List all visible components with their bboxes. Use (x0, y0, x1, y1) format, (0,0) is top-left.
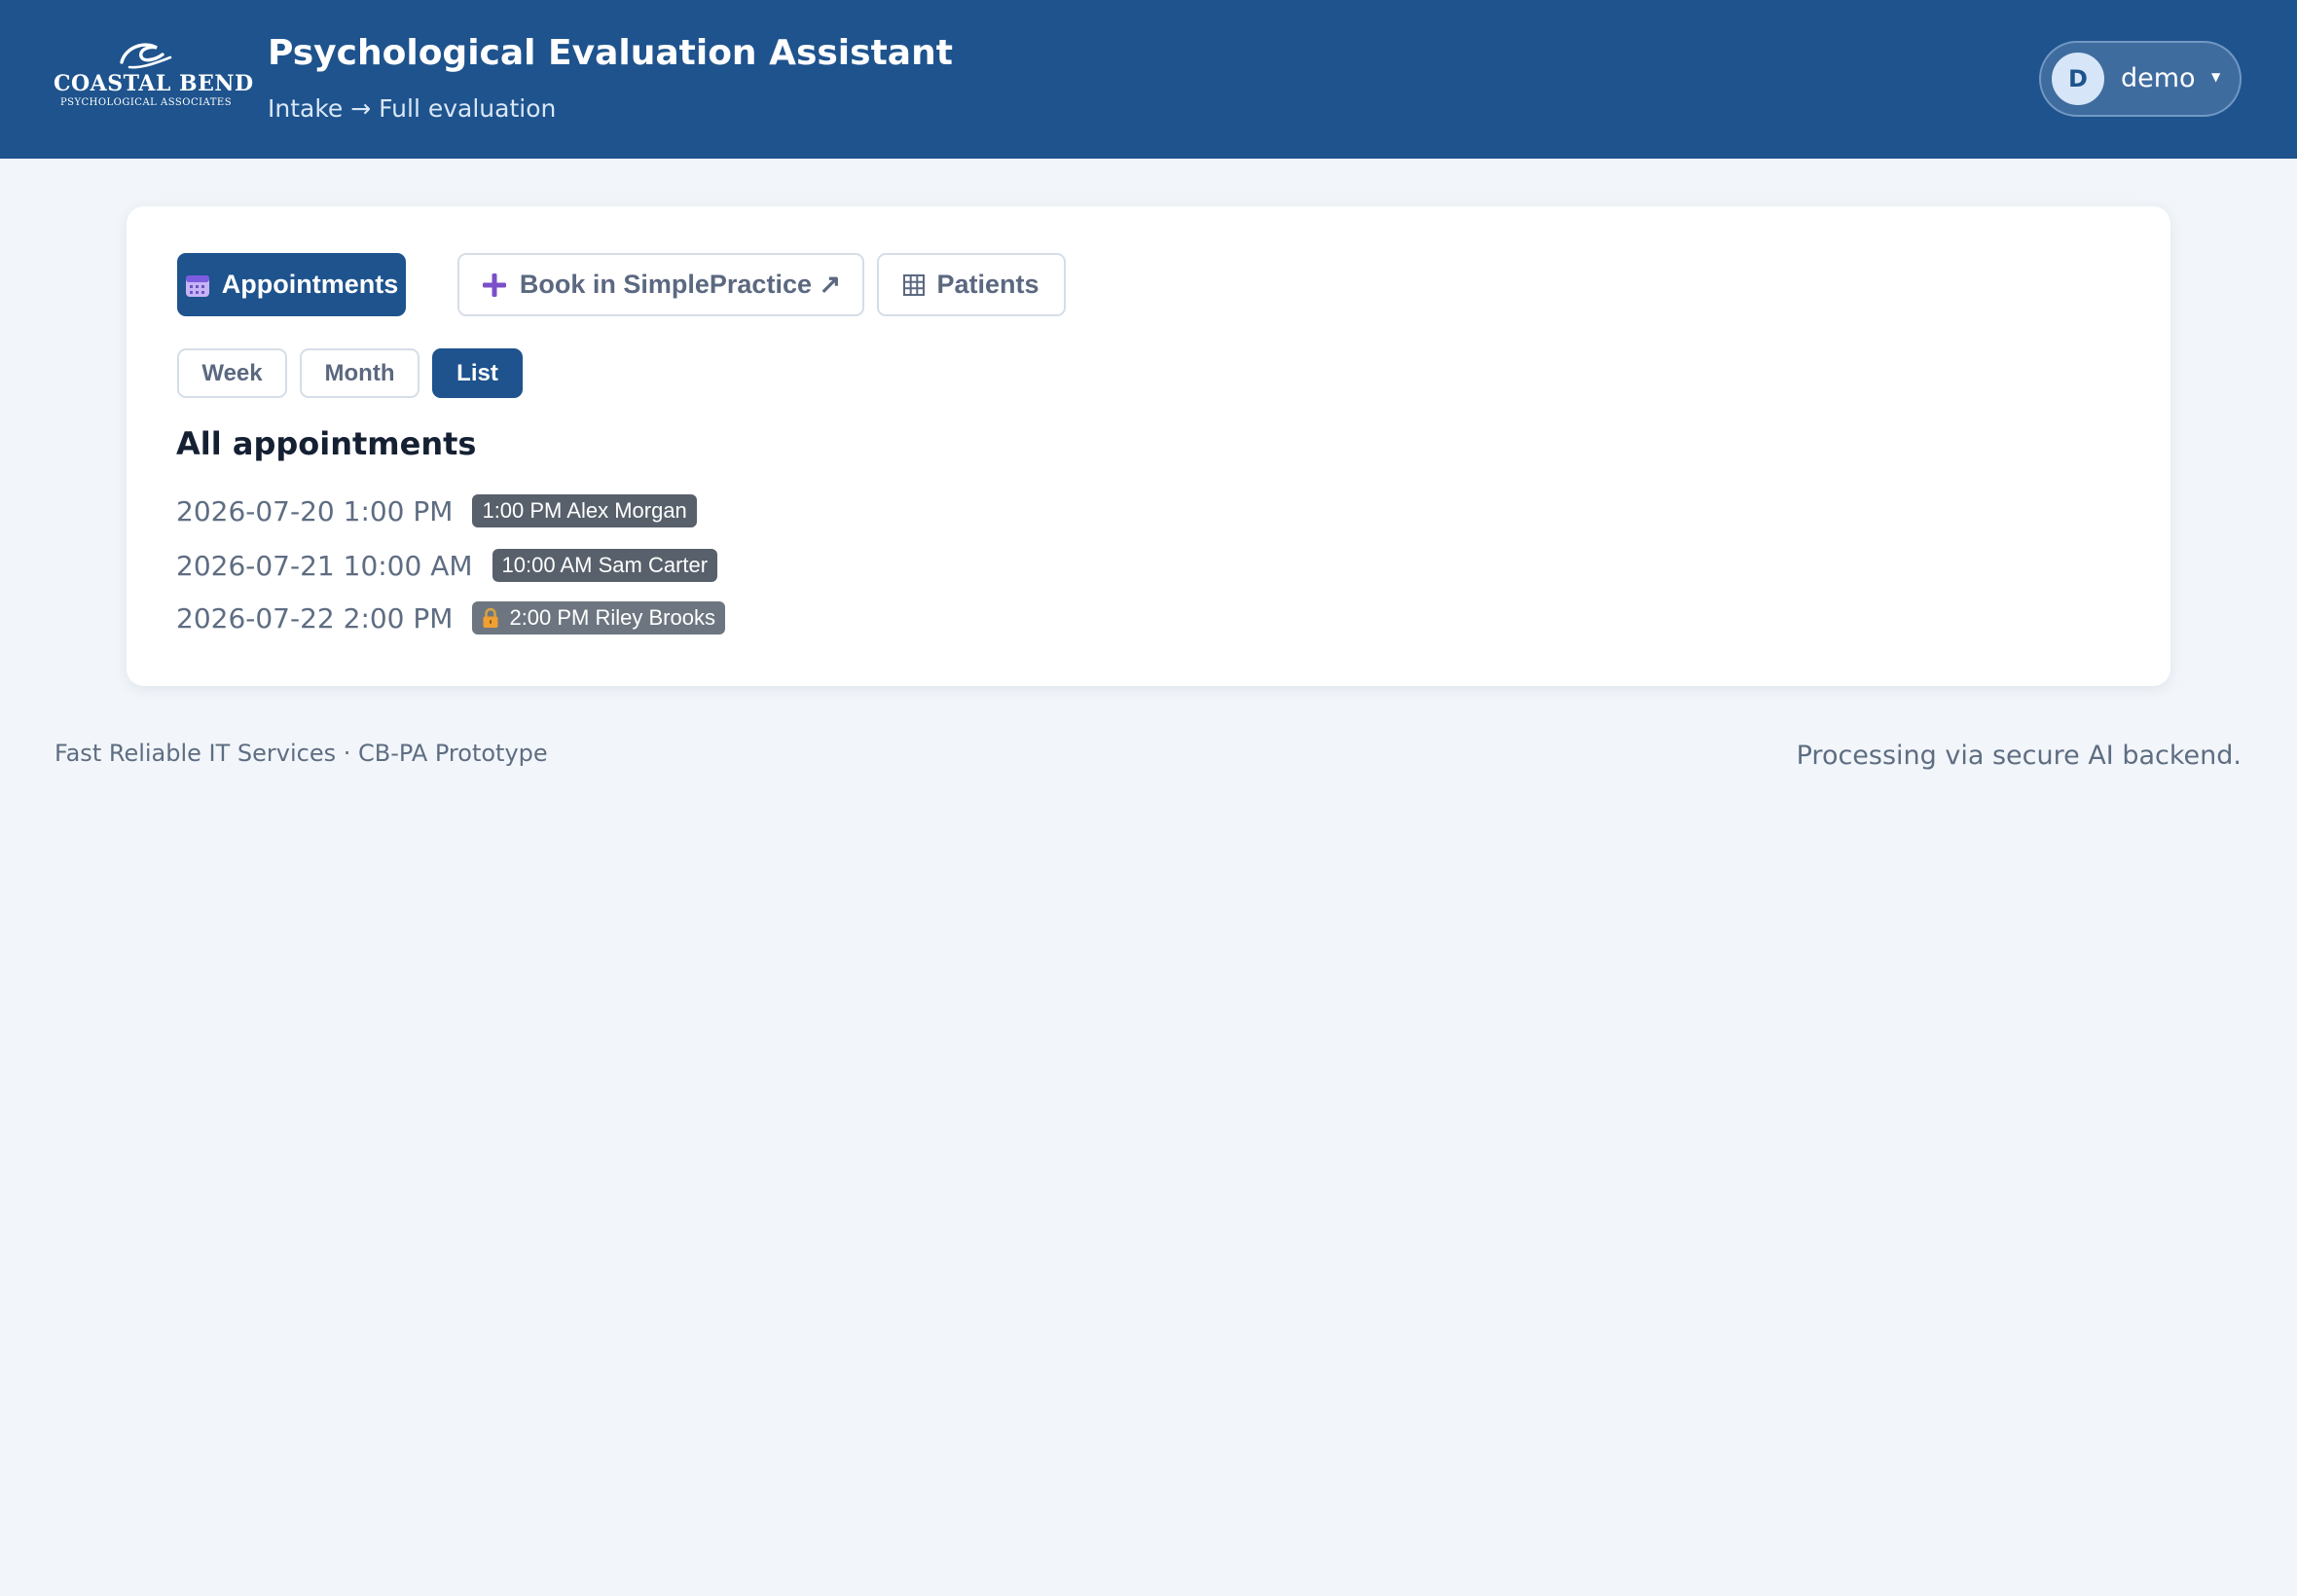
view-week-button[interactable]: Week (177, 348, 287, 398)
list-item: 2026-07-20 1:00 PM 1:00 PM Alex Morgan (176, 492, 697, 529)
footer-status: Processing via secure AI backend. (1796, 741, 2242, 771)
tab-patients[interactable]: Patients (877, 253, 1066, 316)
appointment-badge[interactable]: 1:00 PM Alex Morgan (472, 494, 697, 527)
appointments-card: Appointments Book in SimplePractice ↗ Pa… (127, 206, 2170, 686)
appointment-badge[interactable]: 10:00 AM Sam Carter (492, 549, 718, 582)
calendar-icon (185, 272, 210, 298)
appointment-datetime: 2026-07-21 10:00 AM (176, 549, 473, 582)
section-title: All appointments (176, 425, 477, 462)
wave-icon (120, 43, 172, 69)
appointment-datetime: 2026-07-22 2:00 PM (176, 601, 454, 635)
appointment-badge-label: 2:00 PM Riley Brooks (509, 605, 715, 630)
user-menu-button[interactable]: D demo ▼ (2039, 41, 2242, 117)
plus-icon (481, 272, 508, 299)
grid-icon (903, 273, 926, 296)
breadcrumb: Intake → Full evaluation (268, 94, 557, 123)
caret-down-icon: ▼ (2211, 70, 2221, 84)
list-item: 2026-07-21 10:00 AM 10:00 AM Sam Carter (176, 547, 718, 584)
appointment-badge-locked[interactable]: 2:00 PM Riley Brooks (472, 601, 725, 635)
appointment-datetime: 2026-07-20 1:00 PM (176, 494, 454, 527)
logo-tagline: PSYCHOLOGICAL ASSOCIATES (59, 97, 233, 108)
view-month-button[interactable]: Month (300, 348, 419, 398)
tab-appointments[interactable]: Appointments (177, 253, 406, 316)
logo-name: COASTAL BEND (54, 71, 254, 96)
page-title: Psychological Evaluation Assistant (268, 33, 953, 73)
coastal-bend-logo: COASTAL BEND PSYCHOLOGICAL ASSOCIATES (54, 39, 254, 113)
view-list-button[interactable]: List (432, 348, 523, 398)
tab-appointments-label: Appointments (221, 270, 399, 299)
tab-book-simplepractice-label: Book in SimplePractice ↗ (519, 270, 842, 299)
tab-book-simplepractice[interactable]: Book in SimplePractice ↗ (457, 253, 864, 316)
user-name: demo (2121, 63, 2196, 93)
lock-icon (482, 607, 499, 629)
app-header: COASTAL BEND PSYCHOLOGICAL ASSOCIATES Ps… (0, 0, 2297, 159)
avatar: D (2052, 53, 2104, 105)
list-item: 2026-07-22 2:00 PM 2:00 PM Riley Brooks (176, 599, 725, 636)
tab-patients-label: Patients (936, 270, 1039, 299)
footer-credit: Fast Reliable IT Services · CB-PA Protot… (55, 740, 548, 767)
